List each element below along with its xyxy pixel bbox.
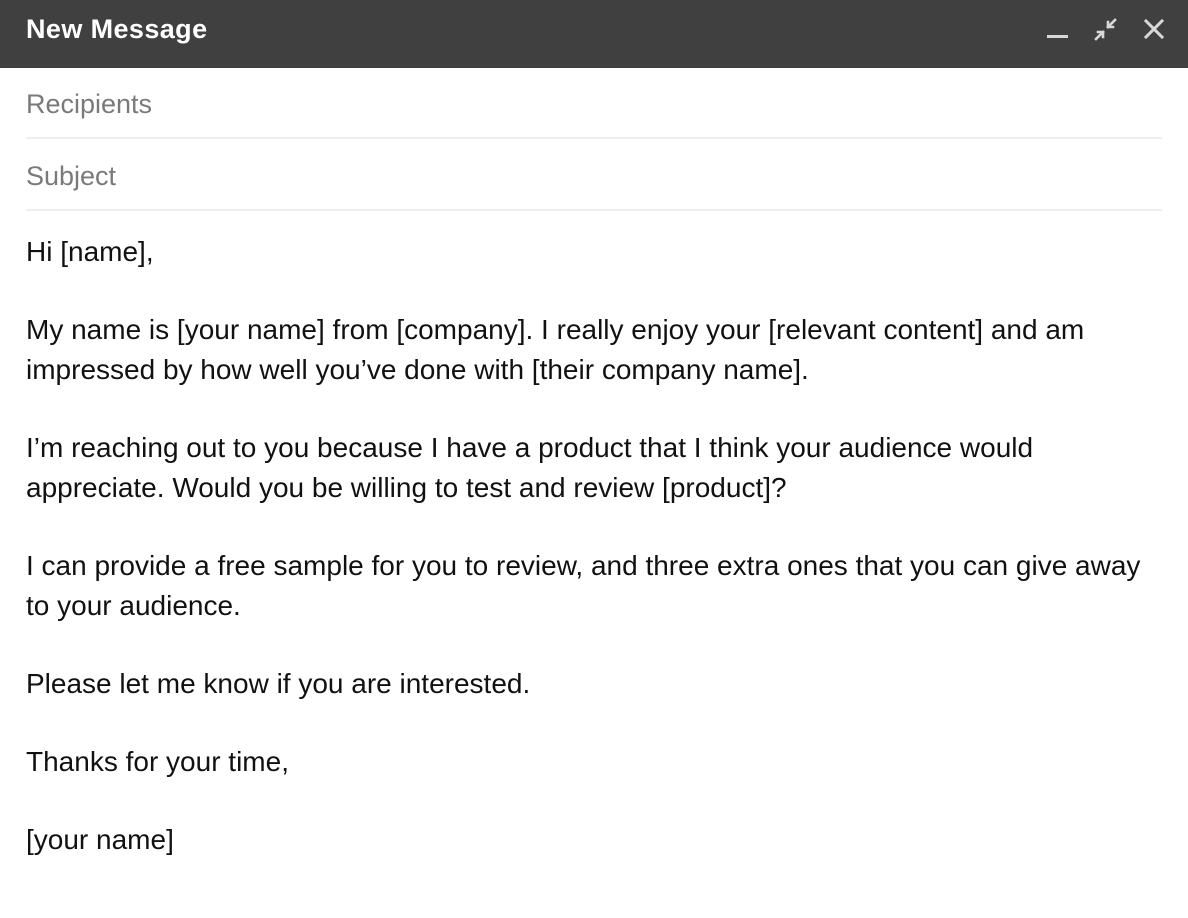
recipients-row xyxy=(26,68,1162,139)
minimize-icon xyxy=(1047,35,1068,38)
exit-fullscreen-button[interactable] xyxy=(1090,17,1122,45)
body-paragraph-offer: I can provide a free sample for you to r… xyxy=(26,550,1141,621)
body-paragraph-signoff: Thanks for your time, xyxy=(26,746,289,777)
body-paragraph-closing: Please let me know if you are interested… xyxy=(26,668,531,699)
body-paragraph-request: I’m reaching out to you because I have a… xyxy=(26,432,1034,503)
body-paragraph-intro: My name is [your name] from [company]. I… xyxy=(26,314,1085,385)
close-icon xyxy=(1143,18,1165,40)
body-paragraph-greeting: Hi [name], xyxy=(26,236,154,267)
compose-title-bar[interactable]: New Message xyxy=(0,0,1188,68)
minimize-button[interactable] xyxy=(1042,17,1074,45)
close-button[interactable] xyxy=(1138,17,1170,45)
recipients-input[interactable] xyxy=(26,86,1162,122)
subject-input[interactable] xyxy=(26,158,1162,194)
body-paragraph-signature: [your name] xyxy=(26,824,174,855)
subject-row xyxy=(26,140,1162,211)
compose-window: New Message Recipients Subject Hi [name]… xyxy=(0,0,1188,918)
exit-fullscreen-icon xyxy=(1094,18,1117,41)
message-body[interactable]: Hi [name], My name is [your name] from [… xyxy=(26,232,1166,898)
compose-title: New Message xyxy=(26,14,208,44)
